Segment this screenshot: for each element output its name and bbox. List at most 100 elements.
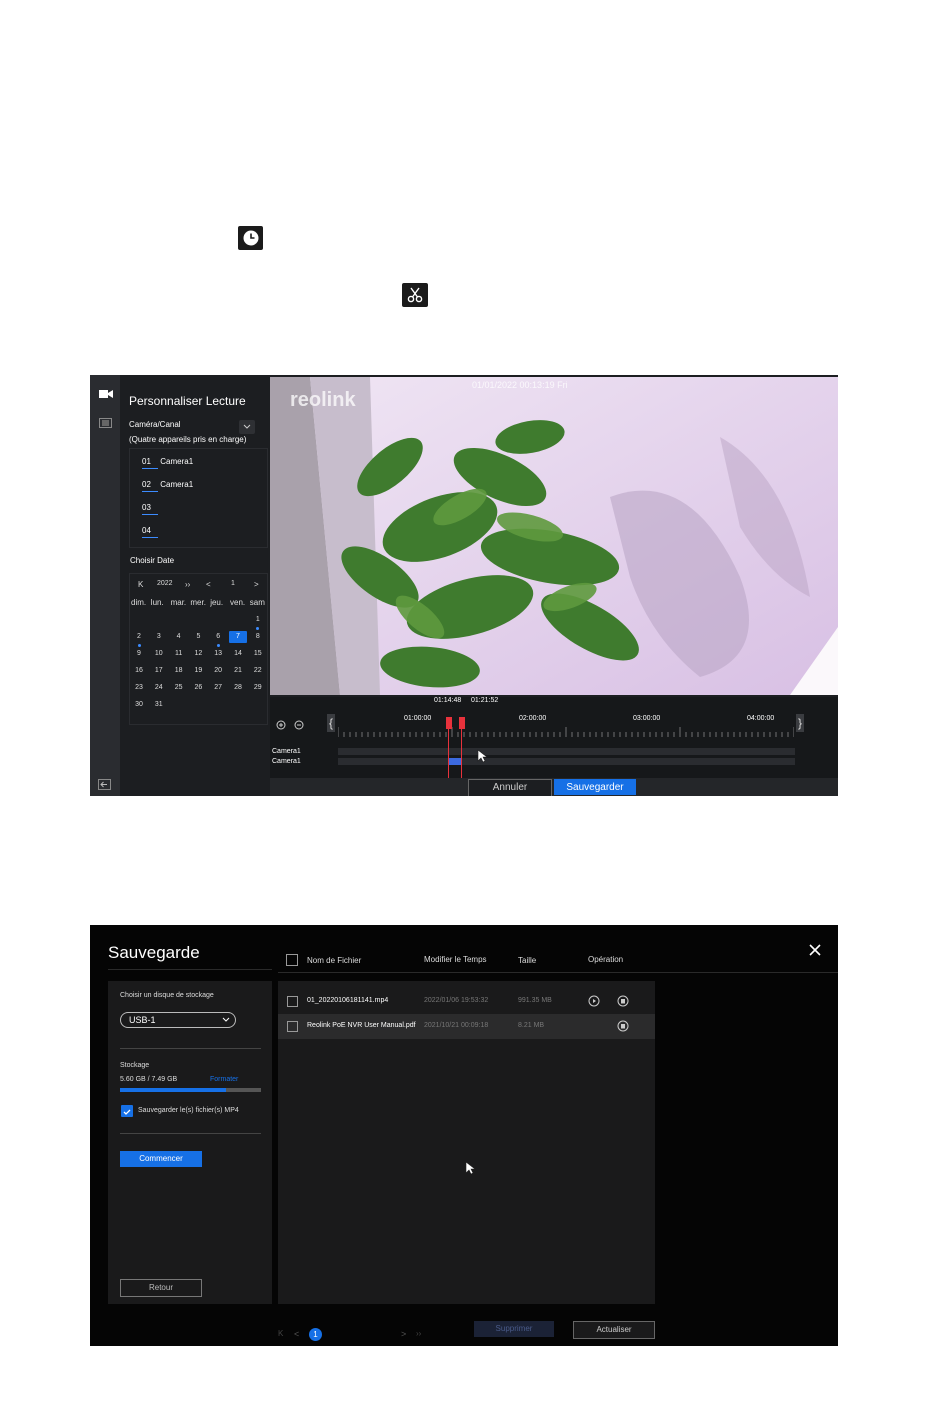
channel-row[interactable]: 04 — [142, 526, 158, 538]
camera-icon[interactable] — [99, 386, 113, 404]
calendar-day[interactable]: 12 — [189, 648, 207, 660]
row-checkbox[interactable] — [287, 996, 298, 1007]
channel-row[interactable]: 03 — [142, 503, 158, 515]
start-button[interactable]: Commencer — [120, 1151, 202, 1167]
track-label: Camera1 — [272, 748, 301, 755]
clip-end-time: 01:21:52 — [471, 697, 499, 704]
calendar-day[interactable]: 26 — [189, 682, 207, 694]
zoom-in-icon[interactable] — [276, 717, 286, 735]
column-header-time: Modifier le Temps — [424, 955, 487, 964]
table-row[interactable]: 01_20220106181141.mp4 2022/01/06 19:53:3… — [278, 989, 655, 1014]
prev-year-icon[interactable]: K — [138, 580, 143, 589]
mp4-label: Sauvegarder le(s) fichier(s) MP4 — [138, 1107, 239, 1114]
storage-bar-fill — [120, 1088, 226, 1092]
weekday-label: mer. — [190, 598, 206, 607]
save-button[interactable]: Sauvegarder — [554, 779, 636, 795]
close-icon[interactable] — [808, 943, 822, 962]
calendar-day[interactable]: 15 — [249, 648, 267, 660]
calendar-day[interactable]: 21 — [229, 665, 247, 677]
action-bar: Annuler Sauvegarder — [270, 778, 838, 796]
first-page-icon[interactable]: K — [278, 1329, 283, 1338]
calendar-day[interactable]: 27 — [209, 682, 227, 694]
storage-panel: Choisir un disque de stockage USB-1 Stoc… — [108, 981, 272, 1304]
page-number[interactable]: 1 — [309, 1328, 322, 1341]
calendar-day[interactable]: 18 — [170, 665, 188, 677]
next-page-icon[interactable]: > — [401, 1329, 406, 1339]
channel-row[interactable]: 02 Camera1 — [142, 480, 193, 492]
back-arrow-icon[interactable] — [98, 777, 111, 795]
channel-list: 01 Camera1 02 Camera1 03 04 — [129, 448, 268, 548]
mp4-checkbox[interactable] — [121, 1105, 133, 1117]
panel-title: Personnaliser Lecture — [129, 394, 246, 408]
delete-icon[interactable] — [617, 1020, 629, 1032]
row-checkbox[interactable] — [287, 1021, 298, 1032]
chevron-down-icon — [222, 1017, 230, 1022]
timeline-left-handle[interactable]: { — [327, 714, 335, 732]
track-bar[interactable] — [338, 758, 795, 765]
film-icon[interactable] — [99, 415, 112, 433]
backup-screen: Sauvegarde Nom de Fichier Modifier le Te… — [90, 925, 838, 1346]
channel-row[interactable]: 01 Camera1 — [142, 457, 193, 469]
weekday-header: dim. lun. mar. mer. jeu. ven. sam — [130, 598, 267, 608]
next-month-icon[interactable]: > — [254, 580, 259, 589]
delete-icon[interactable] — [617, 995, 629, 1007]
track-bar[interactable] — [338, 748, 795, 755]
calendar-day[interactable]: 5 — [189, 631, 207, 643]
cancel-button[interactable]: Annuler — [468, 779, 552, 796]
scissors-icon — [402, 283, 428, 307]
file-name: 01_20220106181141.mp4 — [307, 997, 389, 1004]
calendar-day[interactable]: 29 — [249, 682, 267, 694]
clip-end-marker[interactable] — [459, 717, 465, 729]
tick-label: 04:00:00 — [747, 715, 775, 722]
video-frame[interactable]: reolink 01/01/2022 00:13:19 Fri — [270, 377, 838, 695]
recording-dot — [256, 627, 260, 630]
calendar-day[interactable]: 16 — [130, 665, 148, 677]
calendar-day[interactable]: 2 — [130, 631, 148, 643]
file-size: 991.35 MB — [518, 997, 552, 1004]
calendar-day[interactable]: 13 — [209, 648, 227, 660]
channel-name: Camera1 — [160, 457, 194, 466]
calendar-day[interactable]: 31 — [150, 699, 168, 711]
calendar-day[interactable]: 4 — [170, 631, 188, 643]
format-link[interactable]: Formater — [210, 1076, 238, 1083]
calendar-day[interactable]: 20 — [209, 665, 227, 677]
calendar-day[interactable]: 14 — [229, 648, 247, 660]
calendar-day[interactable]: 19 — [189, 665, 207, 677]
calendar-day[interactable]: 3 — [150, 631, 168, 643]
calendar-day[interactable]: 6 — [209, 631, 227, 643]
calendar-day[interactable]: 10 — [150, 648, 168, 660]
column-header-size: Taille — [518, 956, 537, 965]
calendar-day[interactable]: 30 — [130, 699, 148, 711]
play-icon[interactable] — [588, 995, 600, 1007]
timeline-ruler — [338, 727, 794, 737]
back-button[interactable]: Retour — [120, 1279, 202, 1297]
select-all-checkbox[interactable] — [286, 954, 298, 966]
calendar-day[interactable]: 28 — [229, 682, 247, 694]
calendar-day[interactable]: 17 — [150, 665, 168, 677]
calendar-day[interactable]: 23 — [130, 682, 148, 694]
file-time: 2021/10/21 00:09:18 — [424, 1022, 489, 1029]
calendar-day[interactable]: 9 — [130, 648, 148, 660]
calendar-day[interactable]: 24 — [150, 682, 168, 694]
zoom-out-icon[interactable] — [294, 717, 304, 735]
calendar-day[interactable]: 7 — [229, 631, 247, 643]
playback-screen: Personnaliser Lecture Caméra/Canal (Quat… — [90, 375, 838, 796]
calendar-day[interactable]: 11 — [170, 648, 188, 660]
delete-button[interactable]: Supprimer — [474, 1321, 554, 1337]
next-year-icon[interactable]: ›› — [185, 580, 190, 589]
timeline-right-handle[interactable]: } — [796, 714, 804, 732]
calendar-day[interactable]: 8 — [249, 631, 267, 643]
calendar-day[interactable]: 22 — [249, 665, 267, 677]
clip-start-marker[interactable] — [446, 717, 452, 729]
month-value: 1 — [231, 580, 235, 587]
channel-dropdown[interactable] — [239, 420, 255, 434]
last-page-icon[interactable]: ›› — [416, 1329, 421, 1338]
calendar-day[interactable]: 1 — [249, 614, 267, 626]
prev-page-icon[interactable]: < — [294, 1329, 299, 1339]
refresh-button[interactable]: Actualiser — [573, 1321, 655, 1339]
channel-note: (Quatre appareils pris en charge) — [129, 435, 247, 444]
disk-select[interactable]: USB-1 — [120, 1012, 236, 1028]
prev-month-icon[interactable]: < — [206, 580, 211, 589]
table-row[interactable]: Reolink PoE NVR User Manual.pdf 2021/10/… — [278, 1014, 655, 1039]
calendar-day[interactable]: 25 — [170, 682, 188, 694]
